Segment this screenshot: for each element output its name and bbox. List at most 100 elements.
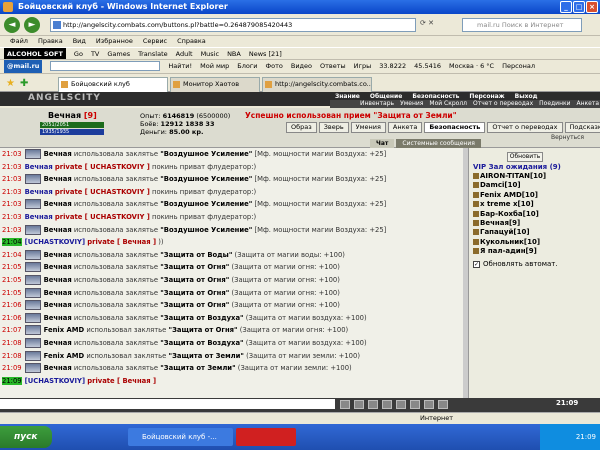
subnav-profile[interactable]: Анкета	[577, 100, 600, 108]
player-list-item[interactable]: Вечная[9]	[473, 219, 598, 228]
player-name[interactable]: Вечная [9]	[48, 111, 97, 120]
tb-news[interactable]: News [21]	[249, 48, 282, 59]
chat-private[interactable]: private [ Вечная ]	[87, 377, 156, 385]
nav-security[interactable]: Безопасность	[412, 93, 459, 100]
chat-author[interactable]: Вечная	[44, 150, 72, 158]
maximize-button[interactable]: □	[573, 1, 585, 13]
nav-exit[interactable]: Выход	[515, 93, 538, 100]
menu-file[interactable]: Файл	[10, 36, 28, 47]
tb-games[interactable]: Games	[107, 48, 130, 59]
player-list-name[interactable]: Я пал-адин	[480, 247, 526, 255]
menu-edit[interactable]: Правка	[38, 36, 63, 47]
chat-author[interactable]: Вечная	[25, 213, 53, 221]
tb-games2[interactable]: Игры	[354, 60, 372, 73]
chat-clear-icon[interactable]	[354, 400, 364, 409]
tab-angelscity[interactable]: http://angelscity.combats.co...	[262, 77, 372, 92]
chat-author[interactable]: Вечная	[25, 163, 53, 171]
chat-author[interactable]: [UCHASTKOVIY]	[25, 377, 85, 385]
chat-input[interactable]	[0, 399, 335, 409]
menu-tools[interactable]: Сервис	[143, 36, 167, 47]
nav-knowledge[interactable]: Знание	[335, 93, 360, 100]
smiles-icon[interactable]	[368, 400, 378, 409]
subnav-skills[interactable]: Умения	[400, 100, 423, 108]
subnav-scroll[interactable]: Мой Скролл	[429, 100, 467, 108]
filter-icon[interactable]	[396, 400, 406, 409]
pet-button[interactable]: Зверь	[318, 122, 349, 133]
tab-chat[interactable]: Чат	[370, 139, 395, 148]
refresh-stop-icons[interactable]: ⟳ ✕	[420, 19, 434, 27]
player-list-item[interactable]: Fenix AMD[10]	[473, 191, 598, 200]
chat-author[interactable]: Вечная	[44, 289, 72, 297]
nav-communication[interactable]: Общение	[370, 93, 402, 100]
transfers-button[interactable]: Отчет о переводах	[487, 122, 563, 133]
tb-personal[interactable]: Персонал	[502, 60, 535, 73]
tb-photo[interactable]: Фото	[266, 60, 283, 73]
tb-find[interactable]: Найти!	[168, 60, 192, 73]
chat-author[interactable]: Fenix AMD	[44, 326, 85, 334]
tab-fight-club[interactable]: Бойцовский клуб	[58, 77, 168, 92]
tb-music[interactable]: Music	[201, 48, 220, 59]
return-link[interactable]: Вернуться	[551, 134, 584, 141]
chat-author[interactable]: Вечная	[44, 200, 72, 208]
tb-answers[interactable]: Ответы	[320, 60, 346, 73]
chat-author[interactable]: Вечная	[44, 339, 72, 347]
subnav-transfers[interactable]: Отчет о переводах	[473, 100, 533, 108]
tb-video[interactable]: Видео	[291, 60, 312, 73]
player-list-item[interactable]: AIRON-TITAN[10]	[473, 172, 598, 181]
translit-icon[interactable]	[382, 400, 392, 409]
player-list-item[interactable]: x treme x[10]	[473, 200, 598, 209]
chat-private[interactable]: private [ UCHASTKOVIY ]	[55, 188, 150, 196]
player-list-name[interactable]: Вечная	[480, 219, 509, 227]
menu-view[interactable]: Вид	[73, 36, 86, 47]
tb-translate[interactable]: Translate	[138, 48, 168, 59]
nav-character[interactable]: Персонаж	[469, 93, 504, 100]
menu-favorites[interactable]: Избранное	[96, 36, 133, 47]
forward-icon[interactable]: ►	[24, 17, 40, 33]
player-list-item[interactable]: Я пал-адин[9]	[473, 247, 598, 256]
chat-author[interactable]: Вечная	[25, 188, 53, 196]
tb-tv[interactable]: TV	[91, 48, 99, 59]
player-list-name[interactable]: Бар-Кохба	[480, 210, 523, 218]
player-list-name[interactable]: AIRON-TITAN	[480, 172, 530, 180]
tab-chaos-monitor[interactable]: Монитор Хаотов	[170, 77, 260, 92]
image-button[interactable]: Образ	[286, 122, 317, 133]
tb-mymir[interactable]: Мой мир	[200, 60, 229, 73]
chat-private[interactable]: private [ UCHASTKOVIY ]	[55, 213, 150, 221]
player-list-name[interactable]: Гапацуй	[480, 228, 513, 236]
back-icon[interactable]: ◄	[4, 17, 20, 33]
taskbar-item-hidden[interactable]	[236, 428, 296, 446]
subnav-inventory[interactable]: Инвентарь	[360, 100, 394, 108]
update-button[interactable]: Обновить	[507, 152, 543, 162]
tb-nba[interactable]: NBA	[227, 48, 241, 59]
auto-update[interactable]: ✓ Обновлять автомат.	[473, 260, 558, 268]
chat-author[interactable]: Вечная	[44, 175, 72, 183]
subnav-fights[interactable]: Поединки	[539, 100, 570, 108]
player-list-name[interactable]: Кукольник	[480, 238, 524, 246]
chat-author[interactable]: Вечная	[44, 301, 72, 309]
taskbar-item-fight-club[interactable]: Бойцовский клуб -...	[128, 428, 233, 446]
player-list-name[interactable]: x treme x	[480, 200, 518, 208]
search-input[interactable]: mail.ru Поиск в Интернет	[462, 18, 582, 32]
security-button[interactable]: Безопасность	[424, 122, 486, 133]
scroll-icon[interactable]	[410, 400, 420, 409]
chat-private[interactable]: private [ UCHASTKOVIY ]	[55, 163, 150, 171]
profile-button[interactable]: Анкета	[387, 122, 423, 133]
player-list-item[interactable]: Гапацуй[10]	[473, 228, 598, 237]
player-list-item[interactable]: Бар-Кохба[10]	[473, 210, 598, 219]
chat-author[interactable]: Вечная	[44, 251, 72, 259]
chat-send-icon[interactable]	[340, 400, 350, 409]
player-list-name[interactable]: Fenix AMD	[480, 191, 522, 199]
settings-icon[interactable]	[438, 400, 448, 409]
minimize-button[interactable]: _	[560, 1, 572, 13]
favorites-star-icon[interactable]: ★	[6, 78, 15, 89]
url-input[interactable]: http://angelscity.combats.com/buttons.pl…	[50, 18, 416, 32]
chat-private[interactable]: private [ Вечная ]	[87, 238, 156, 246]
tb-go[interactable]: Go	[74, 48, 83, 59]
sound-icon[interactable]	[424, 400, 434, 409]
skills-button[interactable]: Умения	[350, 122, 386, 133]
chat-author[interactable]: Вечная	[44, 314, 72, 322]
chat-author[interactable]: Fenix AMD	[44, 352, 85, 360]
add-favorite-icon[interactable]: ✚	[20, 78, 28, 89]
tb-adult[interactable]: Adult	[176, 48, 193, 59]
chat-author[interactable]: Вечная	[44, 263, 72, 271]
